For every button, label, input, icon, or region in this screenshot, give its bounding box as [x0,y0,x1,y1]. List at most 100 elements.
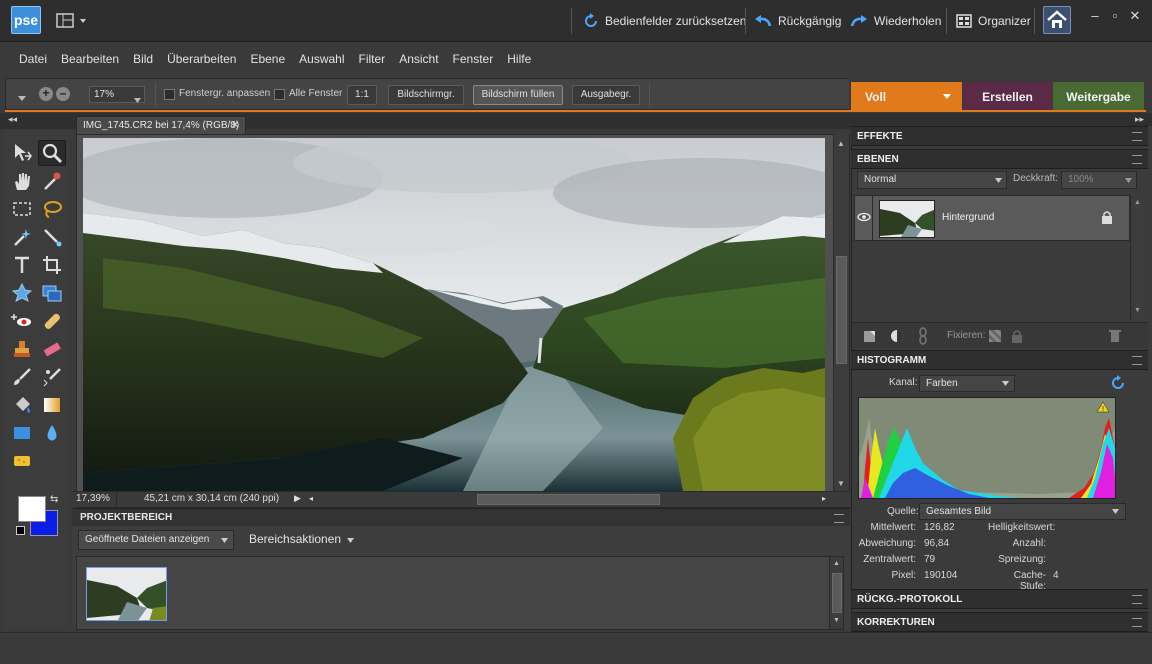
histogram-panel-header[interactable]: HISTOGRAMM [851,350,1148,370]
scroll-right-icon[interactable]: ▸ [822,494,826,503]
shape-tool-icon[interactable] [8,420,36,446]
opacity-input[interactable]: 100% [1061,171,1137,189]
layout-menu-button[interactable] [56,12,90,30]
marquee-tool-icon[interactable] [8,196,36,222]
layers-panel-header[interactable]: EBENEN [851,149,1148,169]
eyedropper-tool-icon[interactable] [38,168,66,194]
print-size-button[interactable]: Ausgabegr. [572,85,640,105]
menu-hilfe[interactable]: Hilfe [500,52,538,66]
hand-tool-icon[interactable] [8,168,36,194]
home-button[interactable] [1043,6,1071,34]
link-layers-icon[interactable] [918,327,928,345]
scroll-down-icon[interactable]: ▼ [837,479,845,488]
healing-brush-tool-icon[interactable] [38,308,66,334]
zoom-tool-icon[interactable] [38,140,66,166]
fill-screen-button[interactable]: Bildschirm füllen [473,85,563,105]
screen-size-button[interactable]: Bildschirmgr. [388,85,464,105]
menu-filter[interactable]: Filter [352,52,393,66]
bin-scrollbar-thumb[interactable] [832,573,842,613]
document-tab[interactable]: IMG_1745.CR2 bei 17,4% (RGB/8) ✕ [76,116,246,134]
project-thumbnail[interactable] [86,567,167,621]
status-zoom[interactable]: 17,39% [76,493,110,504]
minimize-button[interactable]: – [1086,8,1104,24]
gradient-tool-icon[interactable] [38,392,66,418]
panel-menu-icon[interactable] [834,514,844,523]
brush-tool-icon[interactable] [8,364,36,390]
cookie-cutter-tool-icon[interactable] [8,280,36,306]
smart-brush-tool-icon[interactable] [38,364,66,390]
new-layer-icon[interactable] [863,330,877,343]
default-colors-icon[interactable] [16,526,25,535]
eraser-tool-icon[interactable] [38,336,66,362]
organizer-button[interactable]: Organizer [956,10,1031,32]
clone-stamp-tool-icon[interactable] [8,336,36,362]
magic-wand-tool-icon[interactable] [8,224,36,250]
reset-panels-button[interactable]: Bedienfelder zurücksetzen [583,10,746,32]
blend-mode-dropdown[interactable]: Normal [857,171,1007,189]
move-tool-icon[interactable] [8,140,36,166]
menu-ueberarbeiten[interactable]: Überarbeiten [160,52,243,66]
menu-fenster[interactable]: Fenster [446,52,501,66]
menu-datei[interactable]: Datei [12,52,54,66]
collapse-panels-icon[interactable]: ▸▸ [1135,114,1144,125]
undo-button[interactable]: Rückgängig [754,10,841,32]
horizontal-scrollbar-thumb[interactable] [477,494,660,505]
paint-bucket-tool-icon[interactable] [8,392,36,418]
zoom-out-icon[interactable]: – [56,87,70,101]
close-tab-icon[interactable]: ✕ [231,117,239,135]
tool-preset-dropdown[interactable] [18,91,26,105]
scroll-left-icon[interactable]: ◂ [309,494,313,503]
effects-panel-header[interactable]: EFFEKTE [851,126,1148,146]
all-windows-checkbox[interactable] [274,89,285,100]
status-menu-icon[interactable]: ▶ [294,493,301,504]
corrections-panel-header[interactable]: KORREKTUREN [851,612,1148,632]
panel-menu-icon[interactable] [1132,155,1142,164]
foreground-color-swatch-front[interactable] [18,496,46,522]
menu-ansicht[interactable]: Ansicht [392,52,445,66]
collapse-toolbox-icon[interactable]: ◂◂ [8,114,17,125]
crop-tool-icon[interactable] [38,252,66,278]
channel-dropdown[interactable]: Farben [919,375,1015,392]
panel-menu-icon[interactable] [1132,356,1142,365]
panel-menu-icon[interactable] [1132,132,1142,141]
lock-transparency-icon[interactable] [989,330,1001,342]
actual-pixels-button[interactable]: 1:1 [347,85,377,105]
swap-colors-icon[interactable]: ⇆ [50,494,58,505]
zoom-in-icon[interactable]: + [39,87,53,101]
layers-scrollbar[interactable]: ▲ ▼ [1130,195,1144,320]
lasso-tool-icon[interactable] [38,196,66,222]
panel-menu-icon[interactable] [1132,595,1142,604]
scrollbar-thumb[interactable] [836,256,847,364]
recompose-tool-icon[interactable] [38,280,66,306]
canvas-vertical-scrollbar[interactable]: ▲ ▼ [833,134,849,491]
maximize-button[interactable]: ▫ [1106,8,1124,24]
adjustment-layer-icon[interactable] [890,329,904,343]
scroll-up-icon[interactable]: ▲ [837,139,845,148]
chevron-down-icon[interactable] [134,92,141,106]
lock-all-icon[interactable] [1011,329,1023,343]
fit-window-checkbox[interactable] [164,89,175,100]
menu-bearbeiten[interactable]: Bearbeiten [54,52,126,66]
history-panel-header[interactable]: RÜCKG.-PROTOKOLL [851,589,1148,609]
source-dropdown[interactable]: Gesamtes Bild [919,503,1126,520]
bin-scrollbar[interactable]: ▲ ▼ [829,557,843,629]
layer-name[interactable]: Hintergrund [942,212,994,223]
menu-bild[interactable]: Bild [126,52,160,66]
panel-menu-icon[interactable] [1132,618,1142,627]
layer-visibility-toggle[interactable] [855,196,873,240]
selection-brush-tool-icon[interactable] [38,224,66,250]
sponge-tool-icon[interactable] [8,448,36,474]
bin-actions-menu[interactable]: Bereichsaktionen [249,532,355,546]
document-image[interactable] [83,138,825,491]
layer-row-background[interactable]: Hintergrund [854,195,1130,241]
tab-full[interactable]: Voll [851,82,962,112]
blur-tool-icon[interactable] [38,420,66,446]
close-window-button[interactable]: ✕ [1126,8,1144,24]
menu-ebene[interactable]: Ebene [243,52,292,66]
show-files-dropdown[interactable]: Geöffnete Dateien anzeigen [78,530,234,550]
tab-create[interactable]: Erstellen [963,82,1052,112]
text-tool-icon[interactable] [8,252,36,278]
menu-auswahl[interactable]: Auswahl [292,52,351,66]
refresh-histogram-icon[interactable] [1110,375,1126,391]
red-eye-tool-icon[interactable] [8,308,36,334]
